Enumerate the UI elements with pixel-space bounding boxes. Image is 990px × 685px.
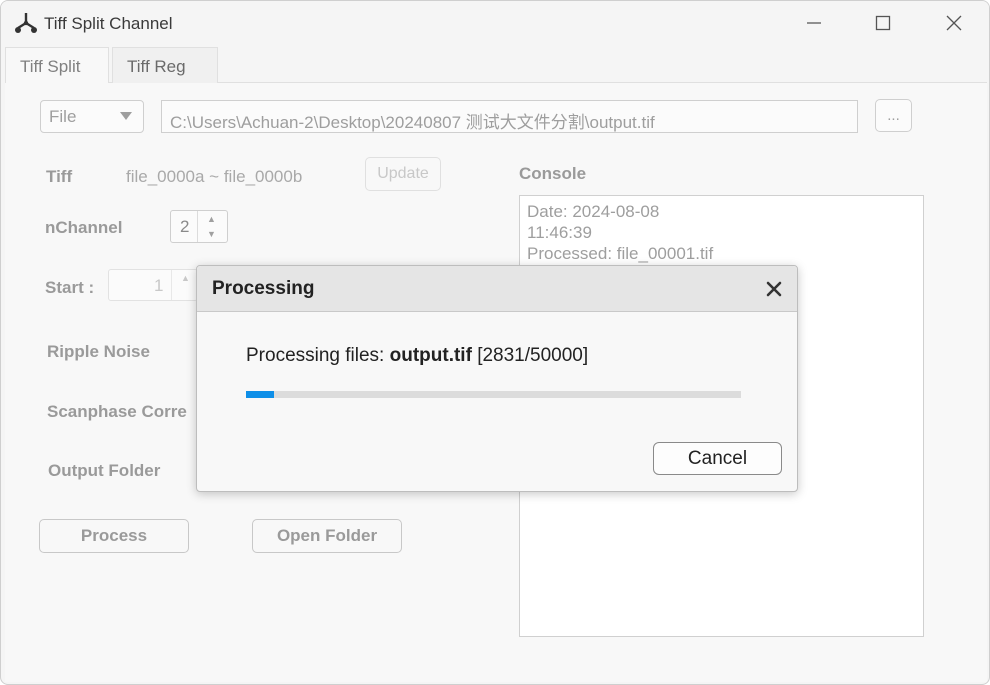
source-type-dropdown[interactable]: File [40, 100, 144, 133]
start-label: Start : [45, 278, 95, 297]
maximize-icon [875, 15, 891, 31]
spin-up-icon[interactable]: ▲ [181, 274, 190, 283]
start-spinner[interactable]: 1 ▲ [108, 269, 198, 301]
nchannel-value: 2 [180, 217, 190, 236]
source-type-value: File [49, 107, 77, 126]
minimize-icon [807, 22, 821, 24]
cancel-button[interactable]: Cancel [653, 442, 782, 475]
app-window: Tiff Split Channel Tiff Split Tiff Reg F… [0, 0, 990, 685]
close-icon [766, 281, 782, 297]
window-title: Tiff Split Channel [44, 14, 173, 33]
spin-down-icon[interactable]: ▼ [207, 230, 216, 239]
close-window-button[interactable] [931, 7, 977, 39]
ripple-noise-label: Ripple Noise [47, 342, 150, 361]
message-prefix: Processing files: [246, 345, 390, 366]
dialog-message: Processing files: output.tif [2831/50000… [246, 345, 588, 367]
console-label: Console [519, 164, 587, 183]
console-line: 11:46:39 [527, 223, 592, 242]
update-button[interactable]: Update [365, 157, 441, 191]
progress-counter: [2831/50000] [471, 345, 589, 366]
output-folder-label: Output Folder [48, 461, 161, 480]
spin-up-icon[interactable]: ▲ [207, 215, 216, 224]
console-line: Date: 2024-08-08 [527, 202, 660, 221]
process-button[interactable]: Process [39, 519, 189, 553]
tab-tiff-reg[interactable]: Tiff Reg [112, 47, 218, 83]
dialog-title: Processing [212, 278, 315, 299]
maximize-button[interactable] [860, 7, 906, 39]
close-icon [946, 15, 962, 31]
start-value: 1 [154, 276, 164, 295]
nchannel-spinner[interactable]: 2 ▲ ▼ [170, 210, 228, 243]
minimize-button[interactable] [791, 7, 837, 39]
tiff-label: Tiff [46, 167, 73, 186]
nchannel-label: nChannel [45, 218, 123, 237]
processing-dialog: Processing Processing files: output.tif … [196, 265, 798, 492]
nchannel-stepper[interactable]: ▲ ▼ [197, 211, 227, 242]
tab-tiff-split[interactable]: Tiff Split [5, 47, 109, 83]
tab-bar: Tiff Split Tiff Reg [5, 47, 987, 83]
file-path-field[interactable]: C:\Users\Achuan-2\Desktop\20240807 测试大文件… [161, 100, 858, 133]
dialog-header[interactable]: Processing [197, 266, 797, 312]
title-bar[interactable]: Tiff Split Channel [1, 1, 989, 45]
processing-filename: output.tif [389, 345, 472, 366]
progress-bar-fill [246, 391, 275, 398]
browse-button[interactable]: ... [875, 99, 912, 132]
dialog-close-button[interactable] [761, 277, 787, 301]
console-line: Processed: file_00001.tif [527, 244, 714, 263]
progress-bar [246, 391, 741, 398]
app-logo-icon [15, 13, 37, 33]
dropdown-arrow-icon [120, 112, 132, 120]
tiff-range-value: file_0000a ~ file_0000b [126, 167, 303, 186]
scanphase-label: Scanphase Corre [47, 402, 187, 421]
open-folder-button[interactable]: Open Folder [252, 519, 402, 553]
